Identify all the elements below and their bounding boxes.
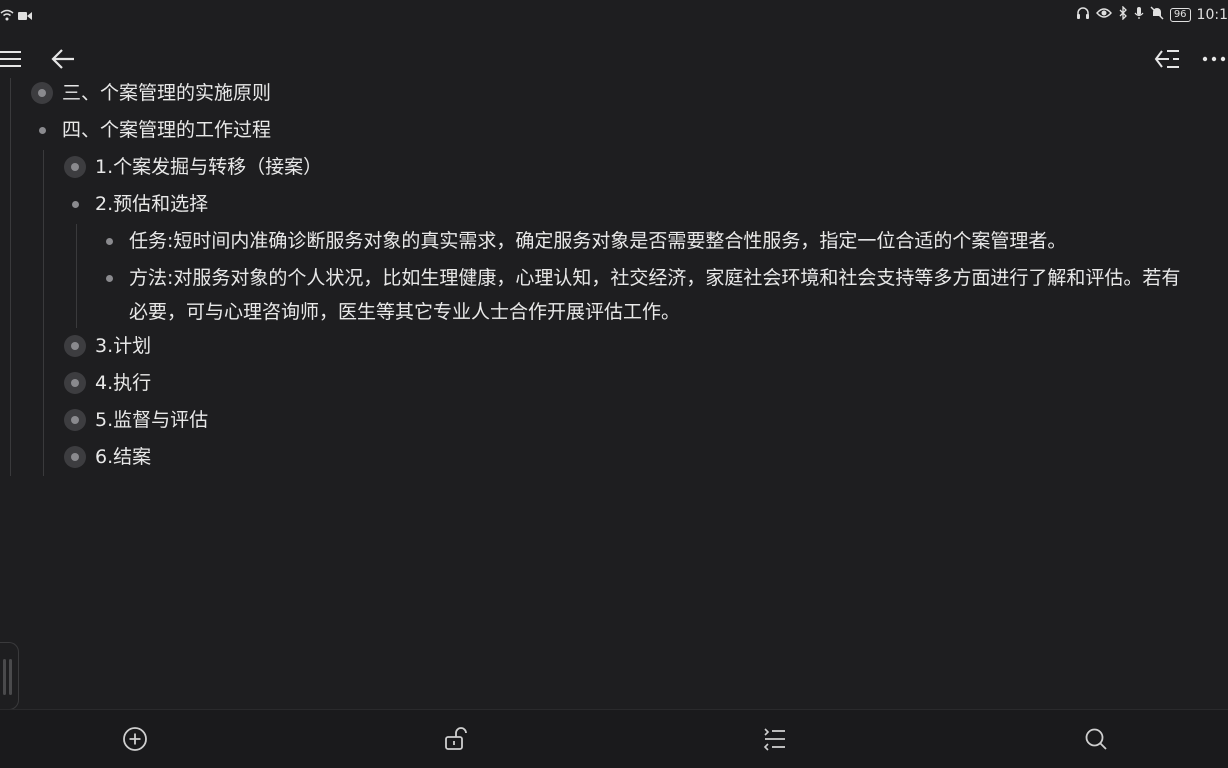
hamburger-icon [0, 51, 21, 67]
toolbar [0, 36, 1228, 80]
lock-button[interactable] [441, 724, 471, 754]
back-button[interactable] [48, 44, 78, 74]
side-drawer-handle[interactable] [0, 642, 19, 710]
list-item[interactable]: 4.执行 [63, 366, 151, 400]
status-right: 96 10:1 [1076, 5, 1228, 24]
item-text: 任务:短时间内准确诊断服务对象的真实需求，确定服务对象是否需要整合性服务，指定一… [129, 230, 1067, 252]
bullet-dot[interactable] [30, 113, 54, 147]
clock: 10:1 [1196, 7, 1228, 23]
indent-guide [76, 224, 77, 328]
eye-icon [1095, 7, 1112, 23]
bottom-toolbar [0, 709, 1228, 768]
indent-guide [43, 150, 44, 476]
bullet-collapsed[interactable] [63, 440, 87, 474]
bullet-collapsed[interactable] [63, 329, 87, 363]
item-text: 2.预估和选择 [95, 193, 209, 215]
list-item[interactable]: 四、个案管理的工作过程 [30, 113, 271, 147]
microphone-icon [1134, 6, 1144, 24]
list-item[interactable]: 6.结案 [63, 440, 151, 474]
bullet-collapsed[interactable] [63, 366, 87, 400]
item-text: 方法:对服务对象的个人状况，比如生理健康，心理认知，社交经济，家庭社会环境和社会… [129, 267, 1181, 323]
outline-content: 三、个案管理的实施原则 四、个案管理的工作过程 1.个案发掘与转移（接案） 2.… [0, 78, 1228, 478]
item-text: 3.计划 [95, 335, 152, 357]
search-button[interactable] [1081, 724, 1111, 754]
list-item[interactable]: 3.计划 [63, 329, 151, 363]
bullet-collapsed[interactable] [30, 78, 54, 110]
status-bar: 96 10:1 [0, 0, 1228, 32]
headphones-icon [1076, 6, 1090, 24]
item-text: 6.结案 [95, 446, 152, 468]
menu-button[interactable] [0, 44, 26, 74]
list-item[interactable]: 5.监督与评估 [63, 403, 208, 437]
list-item[interactable]: 三、个案管理的实施原则 [30, 78, 271, 110]
list-item[interactable]: 1.个案发掘与转移（接案） [63, 150, 322, 184]
item-text: 三、个案管理的实施原则 [62, 82, 272, 104]
battery-indicator: 96 [1169, 8, 1191, 22]
list-item[interactable]: 2.预估和选择 [63, 187, 208, 221]
search-icon [1085, 728, 1107, 750]
wifi-icon [0, 6, 14, 25]
item-text: 4.执行 [95, 372, 152, 394]
bullet-collapsed[interactable] [63, 150, 87, 184]
item-text: 四、个案管理的工作过程 [62, 119, 272, 141]
item-text: 1.个案发掘与转移（接案） [95, 156, 323, 178]
bullet-dot[interactable] [97, 261, 121, 295]
outline-collapse-icon [1154, 50, 1179, 68]
add-button[interactable] [120, 724, 150, 754]
outline-view-button[interactable] [1152, 44, 1182, 74]
bluetooth-icon [1118, 5, 1128, 24]
format-button[interactable] [760, 724, 790, 754]
add-circle-icon [123, 727, 147, 751]
bullet-dot[interactable] [63, 187, 87, 221]
bell-muted-icon [1150, 6, 1164, 24]
video-record-icon [18, 6, 32, 25]
indent-guide [10, 78, 11, 476]
list-indent-icon [763, 728, 785, 751]
list-item[interactable]: 任务:短时间内准确诊断服务对象的真实需求，确定服务对象是否需要整合性服务，指定一… [97, 224, 1189, 258]
bullet-dot[interactable] [97, 224, 121, 258]
unlock-icon [445, 727, 467, 750]
item-text: 5.监督与评估 [95, 409, 209, 431]
bullet-collapsed[interactable] [63, 403, 87, 437]
status-left [0, 6, 32, 25]
more-options-button[interactable] [1200, 44, 1228, 74]
back-arrow-icon [51, 49, 74, 69]
list-item[interactable]: 方法:对服务对象的个人状况，比如生理健康，心理认知，社交经济，家庭社会环境和社会… [97, 261, 1189, 329]
more-dots-icon [1202, 56, 1226, 62]
